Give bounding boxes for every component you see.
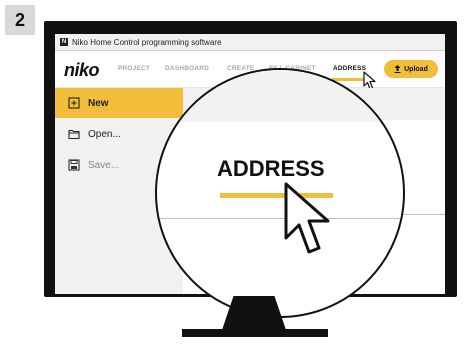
folder-icon [68, 129, 80, 140]
save-icon [68, 159, 80, 171]
step-number-badge: 2 [5, 5, 35, 35]
sidebar-item-label: Open... [88, 128, 121, 140]
new-file-icon [68, 97, 80, 109]
sidebar-item-label: New [88, 97, 109, 109]
magnifier-lens: ADDRESS [155, 68, 405, 318]
window-titlebar: N Niko Home Control programming software [55, 34, 445, 51]
app-icon: N [60, 38, 68, 46]
window-title: Niko Home Control programming software [72, 37, 222, 47]
sidebar-item-label: Save... [88, 159, 120, 171]
niko-logo: niko [64, 60, 100, 80]
upload-button-label: Upload [404, 65, 428, 73]
magnified-divider [157, 218, 403, 219]
magnified-header-band [157, 70, 403, 122]
nav-project[interactable]: PROJECT [118, 65, 150, 72]
magnified-mouse-pointer-icon [284, 182, 330, 254]
monitor-base [182, 329, 328, 337]
magnified-address-tab: ADDRESS [217, 156, 325, 181]
